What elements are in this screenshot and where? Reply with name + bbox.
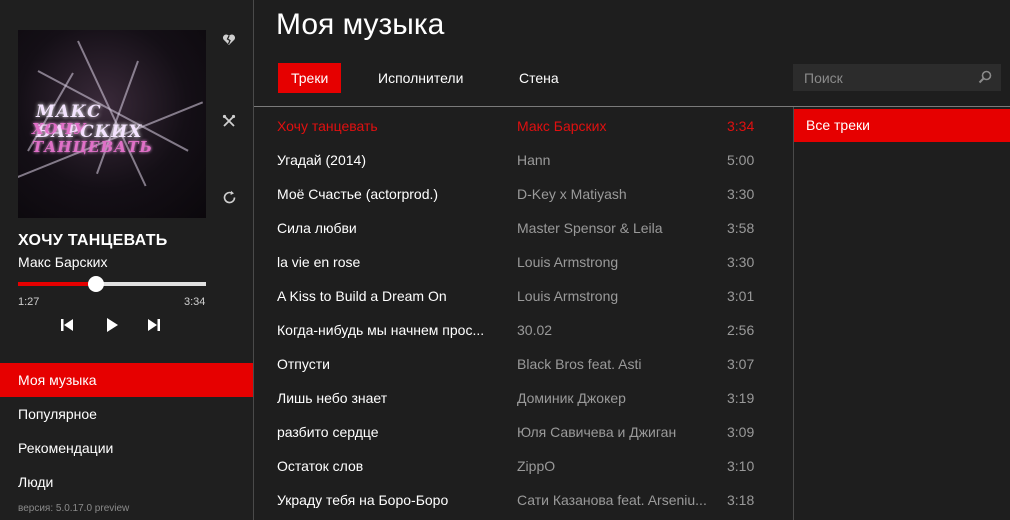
- crossed-tools-icon[interactable]: [219, 114, 239, 134]
- play-button[interactable]: [103, 316, 121, 334]
- track-title: A Kiss to Build a Dream On: [277, 288, 447, 304]
- current-time: 1:27: [18, 296, 40, 308]
- player-panel: МАКС БАРСКИХ ХОЧУ ТАНЦЕВАТЬ ХОЧУ ТАНЦЕВА…: [0, 0, 253, 520]
- track-duration: 3:30: [727, 186, 755, 202]
- track-row[interactable]: la vie en rose Louis Armstrong 3:30: [254, 245, 793, 279]
- track-row[interactable]: разбито сердце Юля Савичева и Джиган 3:09: [254, 415, 793, 449]
- track-row[interactable]: Лишь небо знает Доминик Джокер 3:19: [254, 381, 793, 415]
- search-box: [793, 64, 1001, 91]
- main-nav: Моя музыка Популярное Рекомендации Люди: [0, 363, 253, 499]
- tab-artists[interactable]: Исполнители: [378, 63, 463, 93]
- header-divider: [254, 106, 1010, 107]
- track-duration: 3:30: [727, 254, 755, 270]
- track-duration: 3:01: [727, 288, 755, 304]
- track-row[interactable]: Сила любви Master Spensor & Leila 3:58: [254, 211, 793, 245]
- track-list: Хочу танцевать Макс Барских 3:34 Угадай (20…: [254, 109, 793, 517]
- track-row[interactable]: Остаток слов ZippO 3:10: [254, 449, 793, 483]
- previous-icon: [61, 319, 73, 331]
- now-playing-title: ХОЧУ ТАНЦЕВАТЬ: [18, 232, 168, 249]
- track-artist: D-Key x Matiyash: [517, 186, 627, 202]
- list-divider: [793, 107, 794, 520]
- track-title: Сила любви: [277, 220, 357, 236]
- cover-title-text: ХОЧУ ТАНЦЕВАТЬ: [32, 120, 153, 156]
- filter-panel: Все треки: [794, 109, 1010, 142]
- filter-all-tracks[interactable]: Все треки: [794, 109, 1010, 142]
- track-duration: 3:19: [727, 390, 755, 406]
- next-button[interactable]: [145, 316, 163, 334]
- tab-tracks[interactable]: Треки: [278, 63, 342, 93]
- track-row[interactable]: Когда-нибудь мы начнем прос... 30.02 2:56: [254, 313, 793, 347]
- track-row[interactable]: Угадай (2014) Hann 5:00: [254, 143, 793, 177]
- track-title: Хочу танцевать: [277, 118, 378, 134]
- sidebar-item-2[interactable]: Рекомендации: [0, 431, 253, 465]
- progress-bar[interactable]: [18, 276, 206, 292]
- track-title: la vie en rose: [277, 254, 361, 270]
- track-title: Угадай (2014): [277, 152, 366, 168]
- track-artist: Louis Armstrong: [517, 288, 619, 304]
- search-input[interactable]: [794, 65, 974, 90]
- now-playing-artist: Макс Барских: [18, 254, 108, 270]
- track-artist: Доминик Джокер: [517, 390, 626, 406]
- next-icon: [148, 319, 160, 331]
- sidebar-item-3[interactable]: Люди: [0, 465, 253, 499]
- track-artist: Сати Казанова feat. Arseniu...: [517, 492, 707, 508]
- track-artist: ZippO: [517, 458, 556, 474]
- track-title: Остаток слов: [277, 458, 364, 474]
- page-title: Моя музыка: [276, 8, 445, 41]
- track-artist: Louis Armstrong: [517, 254, 619, 270]
- repeat-icon[interactable]: [219, 190, 239, 210]
- track-title: разбито сердце: [277, 424, 379, 440]
- track-duration: 3:10: [727, 458, 755, 474]
- track-artist: Master Spensor & Leila: [517, 220, 663, 236]
- track-row[interactable]: Хочу танцевать Макс Барских 3:34: [254, 109, 793, 143]
- track-duration: 5:00: [727, 152, 755, 168]
- progress-knob[interactable]: [88, 276, 105, 292]
- search-icon[interactable]: [978, 70, 992, 84]
- album-cover: МАКС БАРСКИХ ХОЧУ ТАНЦЕВАТЬ: [18, 30, 206, 218]
- track-duration: 3:58: [727, 220, 755, 236]
- tab-wall[interactable]: Стена: [519, 63, 559, 93]
- track-artist: Юля Савичева и Джиган: [517, 424, 677, 440]
- track-artist: Макс Барских: [517, 118, 607, 134]
- progress-fill: [18, 282, 97, 286]
- track-title: Отпусти: [277, 356, 330, 372]
- total-time: 3:34: [184, 296, 206, 308]
- play-icon: [107, 318, 118, 332]
- track-title: Украду тебя на Боро-Боро: [277, 492, 449, 508]
- track-title: Моё Счастье (actorprod.): [277, 186, 439, 202]
- track-artist: Black Bros feat. Asti: [517, 356, 642, 372]
- track-title: Лишь небо знает: [277, 390, 388, 406]
- track-duration: 3:34: [727, 118, 755, 134]
- track-row[interactable]: Отпусти Black Bros feat. Asti 3:07: [254, 347, 793, 381]
- sidebar-item-0[interactable]: Моя музыка: [0, 363, 253, 397]
- track-duration: 3:09: [727, 424, 755, 440]
- track-row[interactable]: Украду тебя на Боро-Боро Сати Казанова fe…: [254, 483, 793, 517]
- track-duration: 3:07: [727, 356, 755, 372]
- track-row[interactable]: A Kiss to Build a Dream On Louis Armstron…: [254, 279, 793, 313]
- version-label: версия: 5.0.17.0 preview: [18, 503, 130, 514]
- previous-button[interactable]: [58, 316, 76, 334]
- track-duration: 2:56: [727, 322, 755, 338]
- track-duration: 3:18: [727, 492, 755, 508]
- track-artist: Hann: [517, 152, 551, 168]
- track-row[interactable]: Моё Счастье (actorprod.) D-Key x Matiyash…: [254, 177, 793, 211]
- track-artist: 30.02: [517, 322, 553, 338]
- track-title: Когда-нибудь мы начнем прос...: [277, 322, 485, 338]
- sidebar-item-1[interactable]: Популярное: [0, 397, 253, 431]
- broken-heart-icon[interactable]: [219, 33, 239, 53]
